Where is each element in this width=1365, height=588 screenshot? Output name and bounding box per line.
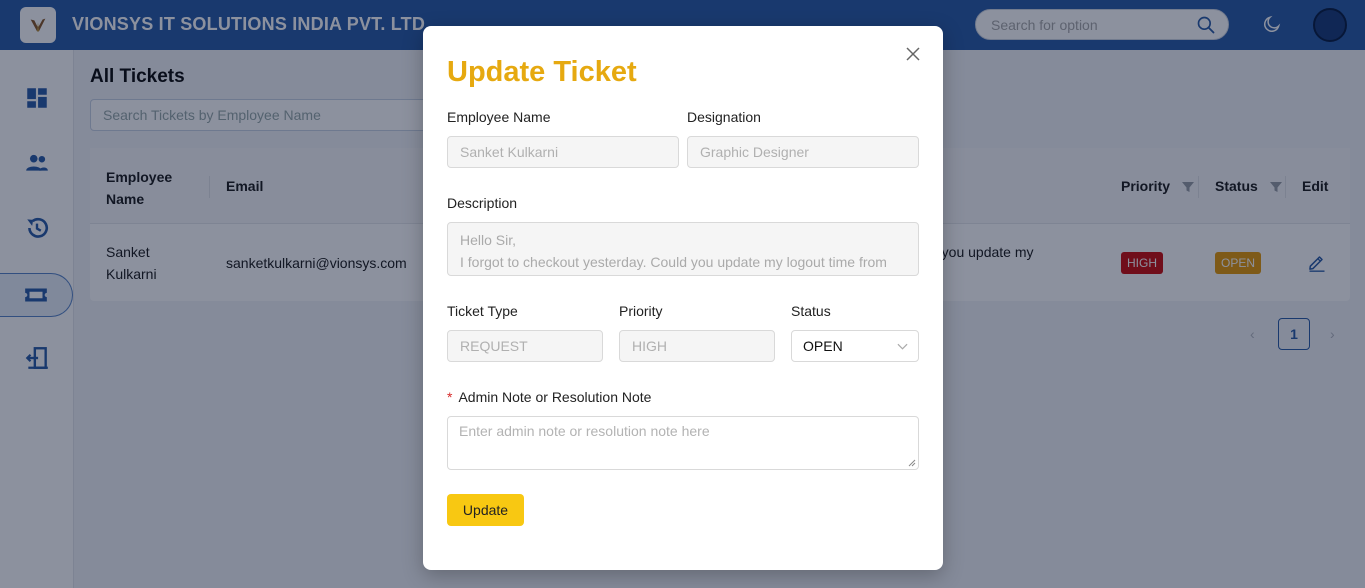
employee-name-label: Employee Name xyxy=(447,109,551,125)
admin-note-field[interactable] xyxy=(447,416,919,470)
update-ticket-modal: Update Ticket Employee Name Sanket Kulka… xyxy=(423,26,943,570)
required-mark: * xyxy=(447,389,453,405)
status-label: Status xyxy=(791,303,831,319)
admin-note-input[interactable] xyxy=(448,417,918,469)
description-label: Description xyxy=(447,195,518,211)
admin-note-label-text: Admin Note or Resolution Note xyxy=(458,389,652,405)
description-field: Hello Sir, I forgot to checkout yesterda… xyxy=(447,222,919,276)
close-icon[interactable] xyxy=(905,46,921,62)
modal-title: Update Ticket xyxy=(447,56,637,88)
admin-note-label: * Admin Note or Resolution Note xyxy=(447,389,651,405)
status-select[interactable]: OPEN xyxy=(791,330,919,362)
ticket-type-field: REQUEST xyxy=(447,330,603,362)
update-button[interactable]: Update xyxy=(447,494,524,526)
designation-field: Graphic Designer xyxy=(687,136,919,168)
description-line1: Hello Sir, xyxy=(460,232,517,248)
chevron-down-icon xyxy=(897,343,908,350)
employee-name-field: Sanket Kulkarni xyxy=(447,136,679,168)
priority-label: Priority xyxy=(619,303,663,319)
description-line2: I forgot to checkout yesterday. Could yo… xyxy=(460,254,887,270)
resize-grip-icon[interactable] xyxy=(908,459,916,467)
status-select-value: OPEN xyxy=(803,338,843,354)
priority-field: HIGH xyxy=(619,330,775,362)
ticket-type-label: Ticket Type xyxy=(447,303,518,319)
designation-label: Designation xyxy=(687,109,761,125)
